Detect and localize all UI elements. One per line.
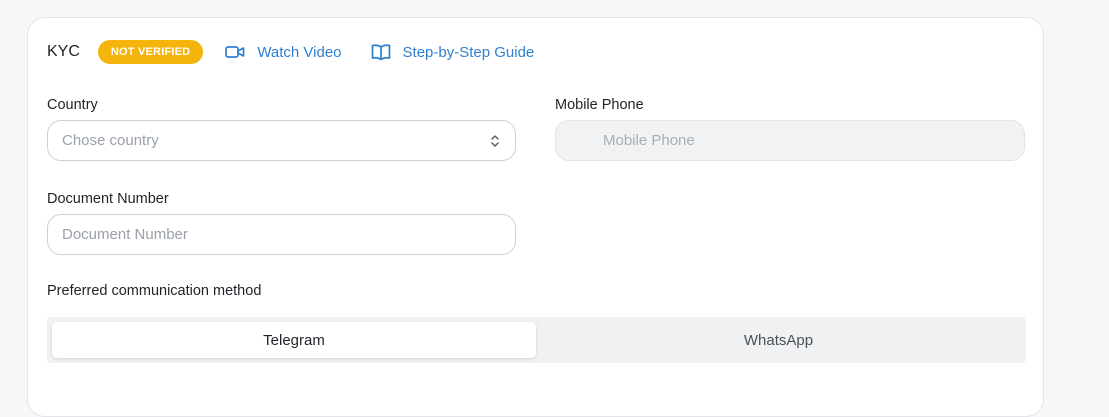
watch-video-label: Watch Video [257, 43, 342, 61]
whatsapp-option[interactable]: WhatsApp [536, 322, 1021, 358]
document-number-label: Document Number [47, 191, 169, 207]
document-number-field[interactable]: Document Number [47, 214, 516, 255]
document-number-placeholder: Document Number [62, 226, 188, 243]
chevron-up-down-icon [491, 135, 499, 147]
mobile-phone-field[interactable]: Mobile Phone [555, 120, 1025, 161]
kyc-card: KYC NOT VERIFIED Watch Video Step-by-Ste… [27, 17, 1044, 417]
kyc-title: KYC [47, 43, 80, 60]
country-label: Country [47, 97, 98, 113]
step-by-step-guide-label: Step-by-Step Guide [402, 43, 535, 61]
video-camera-icon [225, 43, 245, 61]
communication-method-toggle: Telegram WhatsApp [47, 317, 1026, 363]
status-badge: NOT VERIFIED [97, 40, 204, 64]
country-placeholder: Chose country [62, 132, 159, 149]
step-by-step-guide-link[interactable]: Step-by-Step Guide [371, 43, 535, 61]
kyc-header: KYC NOT VERIFIED Watch Video Step-by-Ste… [47, 40, 534, 64]
watch-video-link[interactable]: Watch Video [225, 43, 342, 61]
mobile-phone-placeholder: Mobile Phone [603, 132, 695, 149]
open-book-icon [371, 43, 391, 61]
telegram-option[interactable]: Telegram [52, 322, 536, 358]
mobile-phone-label: Mobile Phone [555, 97, 644, 113]
communication-method-label: Preferred communication method [47, 283, 262, 299]
country-select[interactable]: Chose country [47, 120, 516, 161]
